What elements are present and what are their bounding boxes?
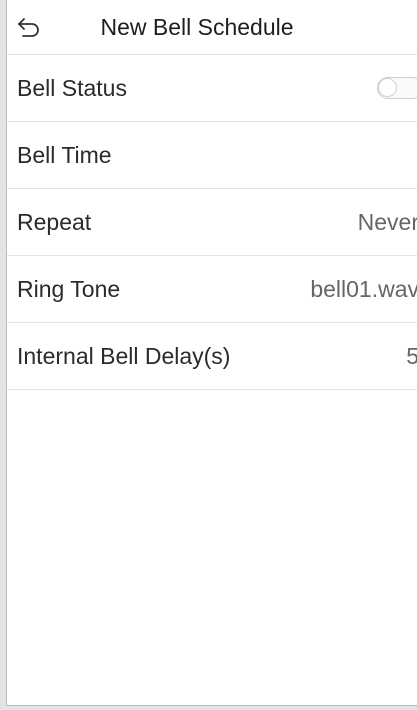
ring-tone-label: Ring Tone <box>17 276 121 302</box>
header-bar: New Bell Schedule <box>7 0 417 55</box>
internal-bell-delay-value: 5 <box>406 323 417 389</box>
repeat-value: Never <box>357 209 417 235</box>
internal-bell-delay-row[interactable]: Internal Bell Delay(s) 5 <box>7 323 417 390</box>
bell-time-label: Bell Time <box>17 142 112 168</box>
bell-status-toggle[interactable] <box>377 77 417 99</box>
repeat-label: Repeat <box>17 209 92 235</box>
bell-status-label: Bell Status <box>17 75 127 101</box>
page-title: New Bell Schedule <box>100 14 294 40</box>
bell-status-row[interactable]: Bell Status <box>7 55 417 122</box>
repeat-row[interactable]: Repeat Never <box>7 189 417 256</box>
ring-tone-value: bell01.wav <box>310 276 417 302</box>
internal-bell-delay-label: Internal Bell Delay(s) <box>17 343 231 369</box>
device-screen: New Bell Schedule Bell Status Bell Time … <box>6 0 417 706</box>
ring-tone-row[interactable]: Ring Tone bell01.wav <box>7 256 417 323</box>
bell-time-row[interactable]: Bell Time <box>7 122 417 189</box>
toggle-knob <box>378 78 397 97</box>
